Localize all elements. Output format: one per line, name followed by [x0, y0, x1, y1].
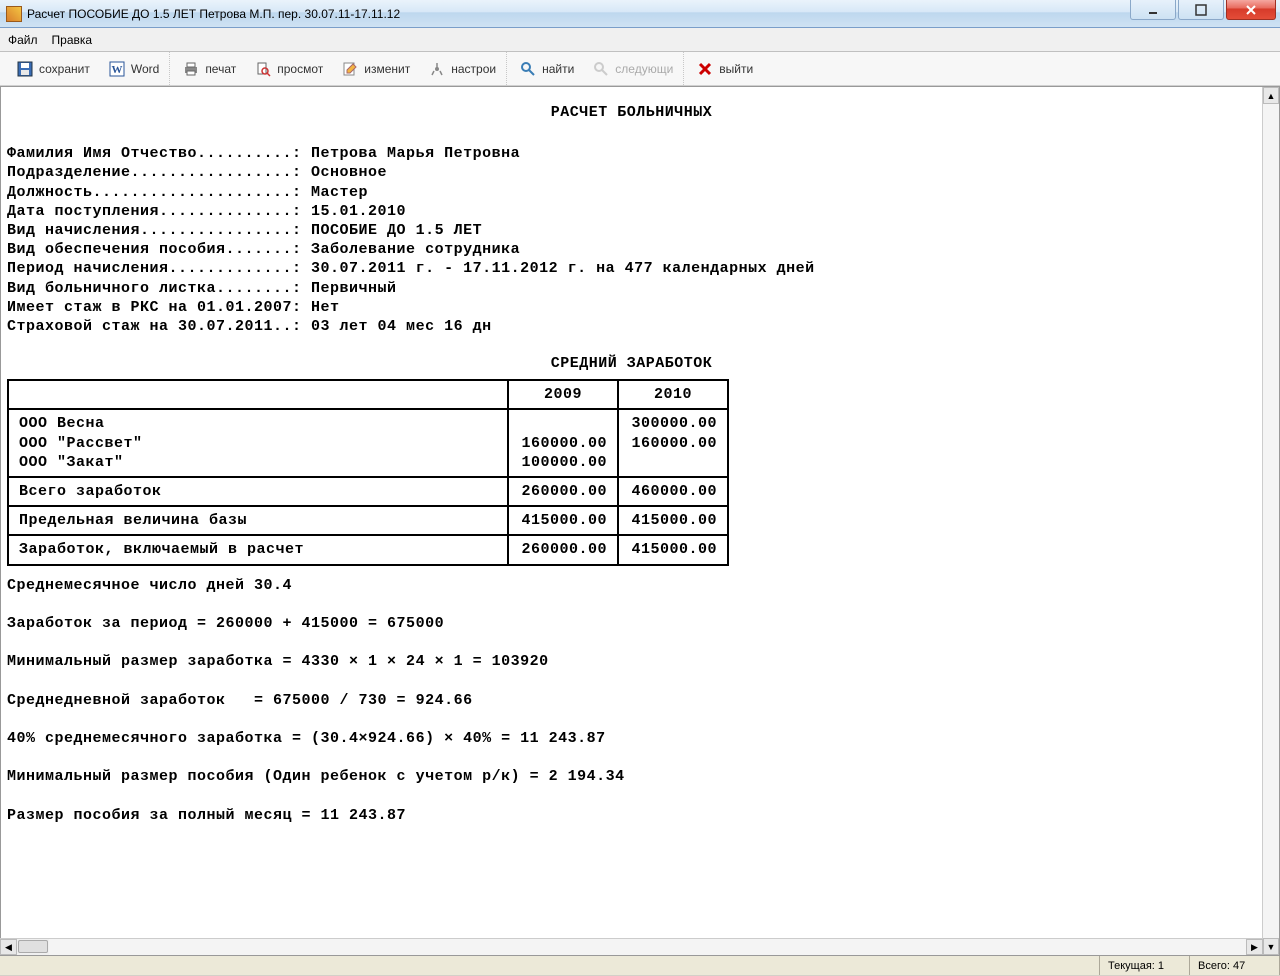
calc-daily: Среднедневной заработок = 675000 / 730 =…: [7, 691, 1256, 710]
settings-button[interactable]: настрои: [424, 57, 500, 81]
svg-text:W: W: [111, 64, 122, 76]
cell-total-label: Всего заработок: [8, 477, 508, 506]
print-icon: [182, 60, 200, 78]
th-year1: 2009: [508, 380, 618, 409]
h-thumb[interactable]: [18, 940, 48, 953]
minimize-button[interactable]: [1130, 0, 1176, 20]
line-period: Период начисления.............: 30.07.20…: [7, 259, 1256, 278]
th-blank: [8, 380, 508, 409]
close-icon: [1245, 4, 1257, 16]
window-controls: [1130, 0, 1280, 27]
line-hire: Дата поступления..............: 15.01.20…: [7, 202, 1256, 221]
cell-companies: ООО Весна ООО "Рассвет" ООО "Закат": [8, 409, 508, 477]
calc-full-month: Размер пособия за полный месяц = 11 243.…: [7, 806, 1256, 825]
statusbar: Текущая: 1 Всего: 47: [0, 955, 1280, 975]
find-button[interactable]: найти: [515, 57, 578, 81]
row-base: Предельная величина базы 415000.00 41500…: [8, 506, 728, 535]
status-current: Текущая: 1: [1100, 956, 1190, 975]
scroll-up-icon[interactable]: ▲: [1263, 87, 1279, 104]
line-fio: Фамилия Имя Отчество..........: Петрова …: [7, 144, 1256, 163]
next-button[interactable]: следующи: [588, 57, 677, 81]
horizontal-scrollbar[interactable]: ◀ ▶: [0, 938, 1263, 955]
line-accrual: Вид начисления................: ПОСОБИЕ …: [7, 221, 1256, 240]
edit-icon: [341, 60, 359, 78]
cell-incl-y2: 415000.00: [618, 535, 728, 564]
calc-earn-sum: Заработок за период = 260000 + 415000 = …: [7, 614, 1256, 633]
scroll-left-icon[interactable]: ◀: [0, 939, 17, 955]
line-rks: Имеет стаж в РКС на 01.01.2007: Нет: [7, 298, 1256, 317]
app-icon: [6, 6, 22, 22]
save-icon: [16, 60, 34, 78]
next-icon: [592, 60, 610, 78]
word-icon: W: [108, 60, 126, 78]
maximize-icon: [1195, 4, 1207, 16]
close-button[interactable]: [1226, 0, 1276, 20]
calc-min-earn: Минимальный размер заработка = 4330 × 1 …: [7, 652, 1256, 671]
maximize-button[interactable]: [1178, 0, 1224, 20]
cell-base-y1: 415000.00: [508, 506, 618, 535]
cell-comp-y2: 300000.00 160000.00: [618, 409, 728, 477]
line-provision: Вид обеспечения пособия.......: Заболева…: [7, 240, 1256, 259]
minimize-icon: [1147, 4, 1159, 16]
word-button[interactable]: W Word: [104, 57, 163, 81]
row-companies: ООО Весна ООО "Рассвет" ООО "Закат" 1600…: [8, 409, 728, 477]
scroll-down-icon[interactable]: ▼: [1263, 938, 1279, 955]
line-insurance: Страховой стаж на 30.07.2011..: 03 лет 0…: [7, 317, 1256, 336]
avg-earnings-title: СРЕДНИЙ ЗАРАБОТОК: [7, 354, 1256, 373]
titlebar: Расчет ПОСОБИЕ ДО 1.5 ЛЕТ Петрова М.П. п…: [0, 0, 1280, 28]
exit-icon: [696, 60, 714, 78]
cell-comp-y1: 160000.00 100000.00: [508, 409, 618, 477]
settings-icon: [428, 60, 446, 78]
preview-button[interactable]: просмот: [250, 57, 327, 81]
exit-button[interactable]: выйти: [692, 57, 757, 81]
document-view: РАСЧЕТ БОЛЬНИЧНЫХ Фамилия Имя Отчество..…: [1, 87, 1262, 955]
content-area: РАСЧЕТ БОЛЬНИЧНЫХ Фамилия Имя Отчество..…: [0, 86, 1280, 956]
status-total: Всего: 47: [1190, 956, 1280, 975]
cell-base-label: Предельная величина базы: [8, 506, 508, 535]
doc-title: РАСЧЕТ БОЛЬНИЧНЫХ: [7, 103, 1256, 122]
row-total: Всего заработок 260000.00 460000.00: [8, 477, 728, 506]
cell-incl-y1: 260000.00: [508, 535, 618, 564]
cell-base-y2: 415000.00: [618, 506, 728, 535]
h-track[interactable]: [49, 939, 1246, 955]
save-button[interactable]: сохранит: [12, 57, 94, 81]
cell-total-y2: 460000.00: [618, 477, 728, 506]
line-leaftype: Вид больничного листка........: Первичны…: [7, 279, 1256, 298]
calc-avg-days: Среднемесячное число дней 30.4: [7, 576, 1256, 595]
cell-incl-label: Заработок, включаемый в расчет: [8, 535, 508, 564]
preview-icon: [254, 60, 272, 78]
find-icon: [519, 60, 537, 78]
v-track[interactable]: [1263, 104, 1279, 938]
calc-40pct: 40% среднемесячного заработка = (30.4×92…: [7, 729, 1256, 748]
menubar: Файл Правка: [0, 28, 1280, 52]
line-dept: Подразделение.................: Основное: [7, 163, 1256, 182]
row-incl: Заработок, включаемый в расчет 260000.00…: [8, 535, 728, 564]
menu-edit[interactable]: Правка: [52, 33, 93, 47]
th-year2: 2010: [618, 380, 728, 409]
line-position: Должность.....................: Мастер: [7, 183, 1256, 202]
menu-file[interactable]: Файл: [8, 33, 38, 47]
earnings-table: 2009 2010 ООО Весна ООО "Рассвет" ООО "З…: [7, 379, 729, 565]
window-title: Расчет ПОСОБИЕ ДО 1.5 ЛЕТ Петрова М.П. п…: [27, 7, 400, 21]
scroll-right-icon[interactable]: ▶: [1246, 939, 1263, 955]
toolbar: сохранит W Word печат просмот изменит на…: [0, 52, 1280, 86]
calc-min-benefit: Минимальный размер пособия (Один ребенок…: [7, 767, 1256, 786]
print-button[interactable]: печат: [178, 57, 240, 81]
cell-total-y1: 260000.00: [508, 477, 618, 506]
change-button[interactable]: изменит: [337, 57, 414, 81]
vertical-scrollbar[interactable]: ▲ ▼: [1262, 87, 1279, 955]
